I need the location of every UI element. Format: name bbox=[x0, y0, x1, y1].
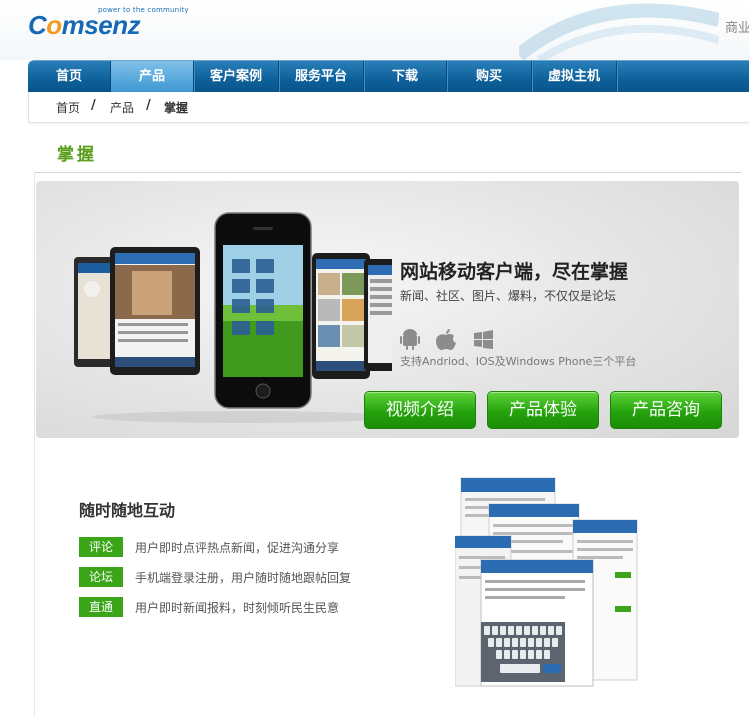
nav-home[interactable]: 首页 bbox=[28, 61, 111, 93]
main-nav: 首页 产品 客户案例 服务平台 下载 购买 虚拟主机 bbox=[28, 60, 749, 93]
breadcrumb: 首页 / 产品 / 掌握 bbox=[28, 92, 749, 123]
comsenz-logo[interactable]: power to the community Comsenz bbox=[28, 6, 189, 40]
breadcrumb-products[interactable]: 产品 bbox=[110, 99, 134, 116]
feature-desc: 用户即时点评热点新闻，促进沟通分享 bbox=[135, 541, 340, 555]
feature-desc: 手机端登录注册，用户随时随地跟帖回复 bbox=[135, 571, 352, 585]
windows-icon bbox=[474, 330, 493, 349]
android-icon bbox=[400, 329, 420, 350]
feature-tag: 直通车 bbox=[79, 597, 123, 634]
apple-icon bbox=[436, 329, 456, 350]
product-banner: 网站移动客户端，尽在掌握 新闻、社区、图片、爆料，不仅仅是论坛 支持Andrio… bbox=[36, 181, 739, 438]
banner-subtitle: 新闻、社区、图片、爆料，不仅仅是论坛 bbox=[400, 289, 617, 303]
breadcrumb-separator: / bbox=[91, 98, 96, 113]
feature-tag: 评论 bbox=[79, 537, 123, 557]
features-title: 随时随地互动 bbox=[79, 501, 176, 520]
breadcrumb-current: 掌握 bbox=[164, 101, 189, 115]
app-screens-illustration bbox=[455, 477, 638, 687]
page-title: 掌握 bbox=[57, 145, 97, 165]
breadcrumb-home[interactable]: 首页 bbox=[56, 99, 80, 116]
header-bar: power to the community Comsenz 商业 bbox=[0, 0, 749, 60]
title-divider bbox=[34, 172, 741, 173]
logo-wordmark: Comsenz bbox=[28, 10, 141, 40]
product-consult-button[interactable]: 产品咨询 bbox=[610, 391, 722, 429]
nav-cases[interactable]: 客户案例 bbox=[194, 61, 279, 93]
banner-title: 网站移动客户端，尽在掌握 bbox=[400, 261, 629, 283]
content-left-border bbox=[34, 172, 35, 717]
feature-tag: 论坛 bbox=[79, 567, 123, 587]
breadcrumb-separator: / bbox=[146, 98, 151, 113]
nav-service[interactable]: 服务平台 bbox=[279, 61, 364, 93]
business-link[interactable]: 商业 bbox=[725, 17, 749, 36]
nav-products[interactable]: 产品 bbox=[111, 61, 194, 93]
platform-icons bbox=[400, 327, 500, 351]
phones-illustration bbox=[74, 212, 392, 423]
decorative-swirl bbox=[519, 3, 719, 60]
platforms-text: 支持Andriod、IOS及Windows Phone三个平台 bbox=[400, 355, 637, 368]
feature-desc: 用户即时新闻报料，时刻倾听民生民意 bbox=[135, 601, 340, 615]
video-intro-button[interactable]: 视频介绍 bbox=[364, 391, 476, 429]
product-trial-button[interactable]: 产品体验 bbox=[487, 391, 599, 429]
nav-download[interactable]: 下载 bbox=[364, 61, 447, 93]
nav-hosting[interactable]: 虚拟主机 bbox=[532, 61, 617, 93]
nav-buy[interactable]: 购买 bbox=[447, 61, 532, 93]
